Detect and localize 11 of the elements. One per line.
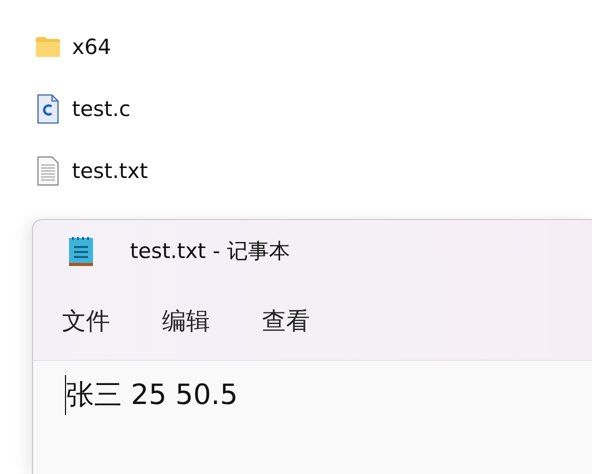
file-name[interactable]: test.c (72, 97, 131, 121)
document-text: 张三 25 50.5 (66, 377, 238, 413)
folder-icon (34, 36, 62, 58)
menu-item[interactable]: 文件 (62, 305, 110, 337)
text-cursor (65, 375, 66, 415)
menu-item[interactable]: 编辑 (162, 305, 210, 337)
menu-item[interactable]: 查看 (262, 305, 310, 337)
notepad-icon (68, 235, 94, 267)
file-name[interactable]: test.txt (72, 159, 148, 183)
window-title: test.txt - 记事本 (130, 238, 290, 265)
file-name[interactable]: x64 (72, 35, 112, 59)
